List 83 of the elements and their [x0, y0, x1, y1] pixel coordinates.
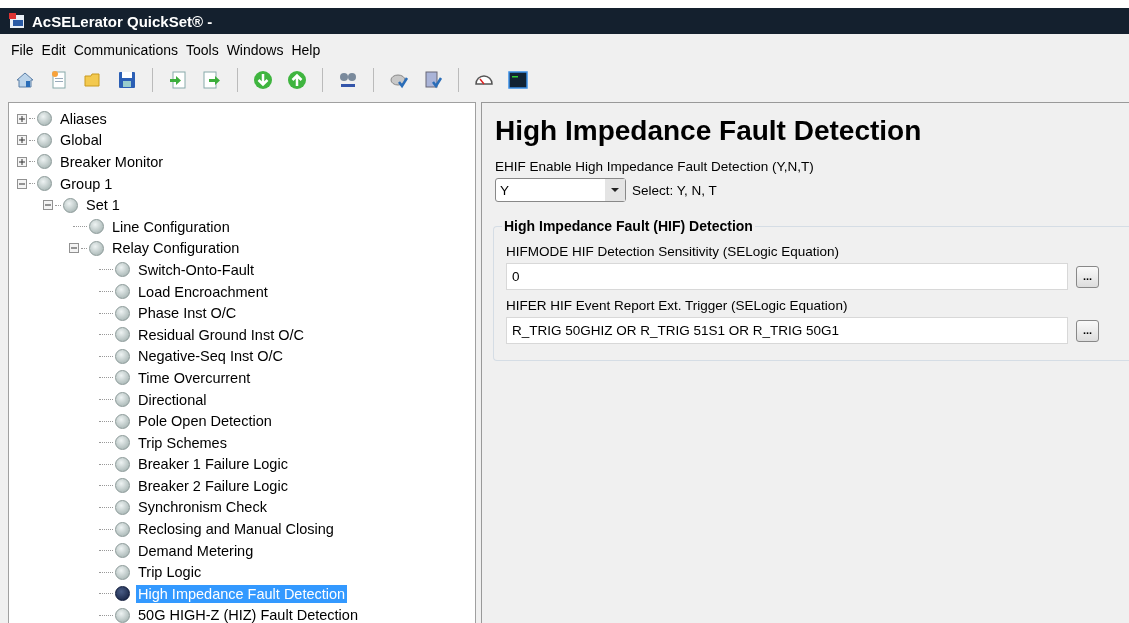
- hint-text: Select: Y, N, T: [632, 182, 717, 198]
- tree-item[interactable]: Breaker 2 Failure Logic: [136, 476, 290, 495]
- menu-item[interactable]: Tools: [182, 42, 222, 58]
- tree-item[interactable]: Line Configuration: [110, 217, 232, 236]
- equation-field[interactable]: R_TRIG 50GHIZ OR R_TRIG 51S1 OR R_TRIG 50G1: [506, 317, 1068, 344]
- tree-item[interactable]: Time Overcurrent: [136, 368, 253, 387]
- status-dot-icon: [115, 262, 130, 278]
- equation-field[interactable]: 0: [506, 263, 1068, 290]
- import-icon: [168, 70, 188, 90]
- status-dot-icon: [115, 327, 130, 343]
- menu-item[interactable]: Communications: [70, 42, 181, 58]
- document-check-icon: [423, 70, 443, 90]
- tree-item[interactable]: Aliases: [58, 109, 109, 128]
- tree-item[interactable]: Synchronism Check: [136, 498, 269, 517]
- menu-item[interactable]: Windows: [223, 42, 287, 58]
- plus-icon: [18, 158, 26, 166]
- ellipsis-button[interactable]: ...: [1076, 265, 1099, 288]
- status-dot-icon: [37, 111, 52, 127]
- status-dot-icon: [89, 240, 104, 256]
- field-label: EHIF Enable High Impedance Fault Detection (Y,N,T): [495, 159, 815, 174]
- menu-item[interactable]: Edit: [38, 42, 69, 58]
- expand-toggle[interactable]: [17, 157, 27, 167]
- status-dot-icon: [115, 586, 130, 602]
- plus-icon: [18, 114, 26, 123]
- status-dot-icon: [115, 435, 130, 451]
- status-dot-icon: [115, 305, 130, 321]
- tree-item[interactable]: Breaker Monitor: [58, 153, 166, 171]
- export-icon: [202, 70, 222, 90]
- tree-item[interactable]: Relay Configuration: [110, 239, 242, 258]
- expand-toggle[interactable]: [17, 178, 27, 189]
- status-dot-icon: [37, 154, 52, 170]
- tree-item[interactable]: Breaker 1 Failure Logic: [136, 455, 290, 474]
- expand-toggle[interactable]: [69, 243, 79, 254]
- field-label: HIFMODE HIF Detection Sensitivity (SELogic Equation): [506, 244, 841, 259]
- status-dot-icon: [115, 456, 130, 472]
- status-dot-icon: [115, 500, 130, 515]
- status-dot-icon: [115, 348, 130, 364]
- tree-item[interactable]: Load Encroachment: [136, 282, 270, 301]
- tree-item[interactable]: Pole Open Detection: [136, 412, 274, 431]
- status-dot-icon: [115, 478, 130, 494]
- status-dot-icon: [115, 392, 130, 407]
- ellipsis-button[interactable]: ...: [1076, 319, 1099, 342]
- group-title: High Impedance Fault (HIF) Detection: [503, 218, 754, 234]
- field-label: HIFER HIF Event Report Ext. Trigger (SELogic Equation): [506, 298, 849, 313]
- home-icon: [15, 70, 35, 90]
- window-title: AcSELerator QuickSet® -: [32, 12, 213, 30]
- tree-item[interactable]: Trip Logic: [136, 563, 204, 582]
- page-heading: High Impedance Fault Detection: [495, 115, 923, 147]
- status-dot-icon: [115, 564, 130, 580]
- enable-dropdown[interactable]: Y: [495, 178, 626, 202]
- status-dot-icon: [89, 219, 104, 235]
- tree-item[interactable]: Negative-Seq Inst O/C: [136, 347, 286, 366]
- expand-toggle[interactable]: [17, 135, 27, 146]
- status-dot-icon: [115, 521, 130, 537]
- status-dot-icon: [115, 543, 130, 559]
- tree-item[interactable]: Demand Metering: [136, 541, 256, 560]
- folder-icon: [83, 70, 103, 90]
- status-dot-icon: [115, 413, 130, 429]
- tree-item[interactable]: Global: [58, 131, 104, 150]
- plus-icon: [18, 136, 26, 145]
- terminal-icon: [508, 70, 528, 90]
- status-dot-icon: [115, 370, 130, 386]
- new-file-icon: [49, 70, 69, 90]
- tree-item[interactable]: Trip Schemes: [136, 433, 229, 452]
- menu-item[interactable]: Help: [288, 42, 324, 58]
- status-dot-icon: [37, 132, 52, 148]
- status-dot-icon: [37, 176, 52, 192]
- status-dot-icon: [115, 284, 130, 300]
- status-dot-icon: [115, 607, 130, 623]
- tree-item[interactable]: Residual Ground Inst O/C: [136, 325, 307, 344]
- tree-item[interactable]: Directional: [136, 390, 209, 409]
- tree-item[interactable]: Set 1: [84, 196, 122, 215]
- menu-item[interactable]: File: [8, 42, 37, 58]
- tree-item[interactable]: Reclosing and Manual Closing: [136, 520, 336, 539]
- tree-item[interactable]: Phase Inst O/C: [136, 304, 239, 323]
- expand-toggle[interactable]: [17, 113, 27, 124]
- status-dot-icon: [63, 197, 78, 213]
- save-icon: [117, 70, 137, 90]
- tree-item[interactable]: Group 1: [58, 174, 115, 193]
- tree-item[interactable]: Switch-Onto-Fault: [136, 260, 257, 279]
- expand-toggle[interactable]: [43, 200, 53, 211]
- tree-item[interactable]: 50G HIGH-Z (HIZ) Fault Detection: [136, 606, 360, 623]
- app-icon: [8, 12, 26, 30]
